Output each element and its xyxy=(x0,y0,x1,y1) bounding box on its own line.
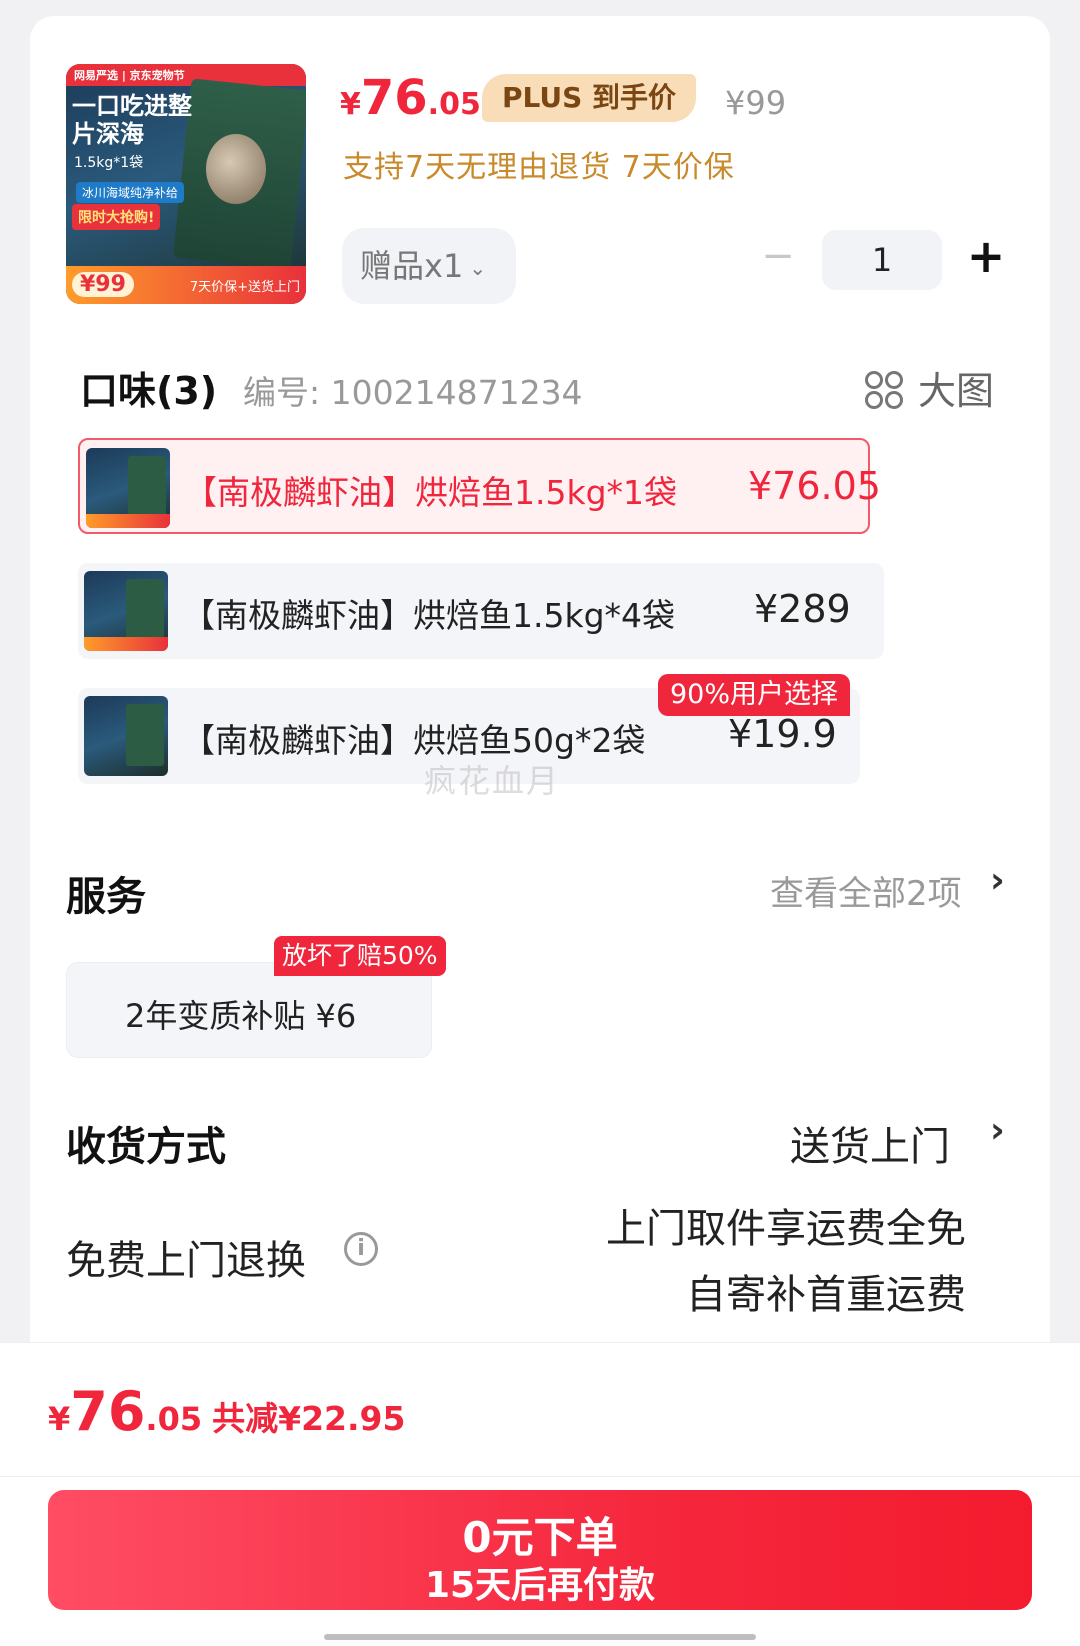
gift-dropdown[interactable]: 赠品x1 ⌄ xyxy=(342,228,516,304)
product-ribbon: 冰川海域纯净补给 xyxy=(76,182,185,203)
quantity-increase-button[interactable]: + xyxy=(966,233,1006,279)
final-price: ¥76.05 共减¥22.95 xyxy=(48,1380,405,1443)
flavor-option[interactable]: 【南极麟虾油】烘焙鱼1.5kg*4袋 ¥289 xyxy=(78,563,884,659)
option-price: ¥19.9 xyxy=(728,712,837,756)
view-all-services-link[interactable]: 查看全部2项 xyxy=(770,866,962,915)
shipping-method-value[interactable]: 送货上门 xyxy=(790,1114,950,1172)
shipping-method-title: 收货方式 xyxy=(66,1124,226,1170)
return-pickup-info: 上门取件享运费全免 xyxy=(606,1206,966,1252)
service-option-label: 2年变质补贴 ¥6 xyxy=(125,997,357,1035)
option-thumbnail xyxy=(84,696,168,776)
service-title: 服务 xyxy=(66,874,146,920)
option-thumbnail xyxy=(86,448,170,528)
divider xyxy=(0,1476,1080,1477)
thumb-footer-text: 7天价保+送货上门 xyxy=(189,280,300,295)
info-icon[interactable]: i xyxy=(344,1232,378,1266)
chevron-down-icon: ⌄ xyxy=(469,256,487,280)
cat-illustration xyxy=(206,134,266,204)
item-number: 编号: 100214871234 xyxy=(243,373,583,412)
popular-choice-badge: 90%用户选择 xyxy=(658,674,851,716)
return-policy: 支持7天无理由退货 7天价保 xyxy=(343,150,735,185)
flavor-title: 口味(3) xyxy=(80,369,218,413)
product-spec: 1.5kg*1袋 xyxy=(74,155,144,171)
price-integer: 76 xyxy=(360,70,428,126)
thumb-footer: ¥99 7天价保+送货上门 xyxy=(66,266,306,304)
service-option-tag: 放坏了赔50% xyxy=(274,936,446,976)
order-button-line2: 15天后再付款 xyxy=(424,1565,656,1606)
big-picture-toggle[interactable]: 大图 xyxy=(864,360,994,415)
brand-bar: 网易严选 | 京东宠物节 xyxy=(66,64,306,86)
service-option[interactable]: 2年变质补贴 ¥6 xyxy=(66,962,432,1058)
product-headline: 一口吃进整片深海 xyxy=(72,92,192,148)
chevron-right-icon[interactable]: › xyxy=(990,1110,1005,1151)
order-now-button[interactable]: 0元下单 15天后再付款 xyxy=(48,1490,1032,1610)
thumb-price: ¥99 xyxy=(72,272,134,297)
option-name: 【南极麟虾油】烘焙鱼1.5kg*1袋 xyxy=(184,473,678,512)
home-indicator[interactable] xyxy=(324,1634,756,1640)
option-price: ¥76.05 xyxy=(748,464,881,508)
big-picture-label: 大图 xyxy=(918,369,995,413)
brand-bar-text: 网易严选 | 京东宠物节 xyxy=(74,69,185,82)
quantity-decrease-button[interactable]: − xyxy=(760,236,796,276)
total-savings: 共减¥22.95 xyxy=(212,1399,406,1438)
final-price-currency: ¥ xyxy=(48,1400,71,1438)
final-price-decimal: .05 xyxy=(145,1400,203,1438)
gift-label: 赠品x1 xyxy=(360,247,464,285)
option-name: 【南极麟虾油】烘焙鱼50g*2袋 xyxy=(182,721,646,760)
option-thumbnail xyxy=(84,571,168,651)
flavor-option[interactable]: 【南极麟虾油】烘焙鱼1.5kg*1袋 ¥76.05 xyxy=(78,438,881,534)
current-price: ¥76.05 xyxy=(340,70,481,126)
plus-price-tag: PLUS 到手价 xyxy=(482,74,697,122)
price-currency: ¥ xyxy=(340,87,361,122)
return-self-ship-info: 自寄补首重运费 xyxy=(686,1272,966,1318)
chevron-right-icon[interactable]: › xyxy=(990,860,1005,901)
product-promo: 限时大抢购! xyxy=(72,204,161,230)
option-price: ¥289 xyxy=(754,587,851,631)
price-decimal: .05 xyxy=(427,87,481,122)
quantity-input[interactable]: 1 xyxy=(822,230,942,290)
original-price: ¥99 xyxy=(725,84,787,122)
grid-icon xyxy=(865,371,903,409)
product-image[interactable]: 网易严选 | 京东宠物节 一口吃进整片深海 1.5kg*1袋 冰川海域纯净补给 … xyxy=(66,64,306,304)
free-return-title: 免费上门退换 xyxy=(66,1238,306,1284)
final-price-integer: 76 xyxy=(70,1380,146,1443)
watermark: 疯花血月 xyxy=(424,762,561,800)
option-name: 【南极麟虾油】烘焙鱼1.5kg*4袋 xyxy=(182,596,676,635)
